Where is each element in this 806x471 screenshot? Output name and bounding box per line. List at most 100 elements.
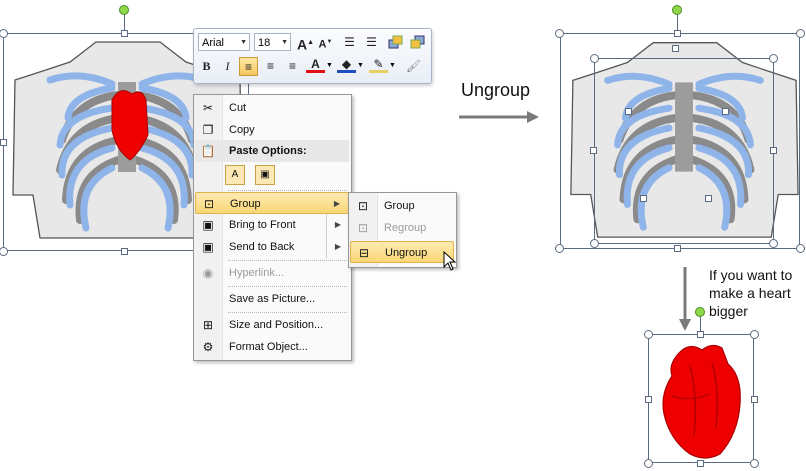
size-position-icon: ⊞ xyxy=(202,318,214,332)
resize-handle[interactable] xyxy=(697,460,704,467)
send-backward-icon[interactable] xyxy=(408,33,427,52)
resize-handle[interactable] xyxy=(674,30,681,37)
chevron-right-icon: ▶ xyxy=(333,199,340,208)
clipboard-icon: 📋 xyxy=(200,144,216,158)
globe-icon: ◉ xyxy=(202,266,214,280)
menu-item-send-to-back[interactable]: ▣ Send to Back ▶ xyxy=(195,236,349,258)
resize-handle[interactable] xyxy=(0,139,7,146)
menu-item-label: Group xyxy=(230,198,261,210)
ungroup-caption: Ungroup xyxy=(461,80,531,100)
group-icon: ⊡ xyxy=(357,199,369,213)
menu-item-size-and-position[interactable]: ⊞ Size and Position... xyxy=(195,314,349,336)
menu-item-label: Copy xyxy=(229,124,255,136)
rotation-handle-heart[interactable] xyxy=(695,307,705,317)
menu-item-copy[interactable]: ❐ Copy xyxy=(195,119,349,141)
resize-handle[interactable] xyxy=(644,459,653,468)
resize-handle[interactable] xyxy=(644,330,653,339)
bring-front-icon: ▣ xyxy=(202,218,214,232)
split-divider xyxy=(326,214,327,236)
outline-color-icon[interactable]: ✎ xyxy=(369,56,388,73)
resize-handle[interactable] xyxy=(705,195,712,202)
send-back-icon: ▣ xyxy=(202,240,214,254)
shrink-font-icon[interactable]: A▼ xyxy=(316,33,335,52)
paste-option-picture[interactable]: ▣ xyxy=(255,165,275,185)
resize-handle[interactable] xyxy=(640,195,647,202)
menu-item-label: Format Object... xyxy=(229,341,308,353)
resize-handle[interactable] xyxy=(590,147,597,154)
rotation-handle-right[interactable] xyxy=(672,5,682,15)
resize-handle[interactable] xyxy=(590,54,599,63)
resize-handle[interactable] xyxy=(769,239,778,248)
resize-handle[interactable] xyxy=(555,244,564,253)
menu-separator xyxy=(228,312,347,313)
note-line-2: make a heart xyxy=(709,285,791,301)
copy-icon: ❐ xyxy=(202,123,214,137)
font-size-box[interactable]: 18 ▼ xyxy=(254,33,291,51)
menu-header-paste-options: 📋 Paste Options: xyxy=(195,140,349,162)
resize-handle[interactable] xyxy=(722,108,729,115)
chevron-right-icon[interactable]: ▶ xyxy=(335,236,341,258)
font-color-button[interactable]: A xyxy=(306,56,325,73)
grow-font-icon[interactable]: A▲ xyxy=(296,33,315,53)
ungroup-icon: ⊟ xyxy=(358,246,370,260)
chevron-down-icon[interactable]: ▼ xyxy=(389,62,396,69)
font-name-box[interactable]: Arial ▼ xyxy=(198,33,250,51)
chevron-down-icon[interactable]: ▼ xyxy=(357,62,364,69)
submenu-item-ungroup[interactable]: ⊟ Ungroup xyxy=(350,241,454,263)
chevron-down-icon: ▼ xyxy=(281,39,288,46)
menu-item-format-object[interactable]: ⚙ Format Object... xyxy=(195,336,349,358)
menu-item-label: Ungroup xyxy=(385,247,428,259)
resize-handle[interactable] xyxy=(750,459,759,468)
resize-handle[interactable] xyxy=(121,248,128,255)
decrease-indent-icon[interactable]: ☰ xyxy=(340,33,359,52)
resize-handle[interactable] xyxy=(645,396,652,403)
bold-button[interactable]: B xyxy=(197,57,216,76)
menu-item-label: Hyperlink... xyxy=(229,267,285,279)
resize-handle[interactable] xyxy=(697,331,704,338)
increase-indent-icon[interactable]: ☰ xyxy=(362,33,381,52)
resize-handle[interactable] xyxy=(674,245,681,252)
resize-handle[interactable] xyxy=(625,108,632,115)
menu-separator xyxy=(228,260,347,261)
menu-item-hyperlink[interactable]: ◉ Hyperlink... xyxy=(195,262,349,284)
chevron-right-icon[interactable]: ▶ xyxy=(335,214,341,236)
center-button[interactable]: ≡ xyxy=(261,57,280,76)
font-size-value: 18 xyxy=(258,37,271,49)
bring-forward-icon[interactable] xyxy=(386,33,405,52)
note-line-3: bigger xyxy=(709,303,748,319)
chevron-down-icon[interactable]: ▼ xyxy=(326,62,333,69)
resize-handle[interactable] xyxy=(121,30,128,37)
resize-handle[interactable] xyxy=(672,45,679,52)
submenu-item-group[interactable]: ⊡ Group xyxy=(350,195,454,217)
context-menu: ✂ Cut ❐ Copy 📋 Paste Options: A ▣ ⊡ Grou… xyxy=(193,94,352,361)
group-submenu: ⊡ Group ⊡ Regroup ⊟ Ungroup xyxy=(348,192,457,268)
resize-handle[interactable] xyxy=(555,29,564,38)
split-divider xyxy=(326,236,327,258)
resize-handle[interactable] xyxy=(796,29,805,38)
menu-item-bring-to-front[interactable]: ▣ Bring to Front ▶ xyxy=(195,214,349,236)
resize-handle[interactable] xyxy=(770,147,777,154)
chevron-down-icon: ▼ xyxy=(240,39,247,46)
group-icon: ⊡ xyxy=(203,197,215,211)
menu-item-save-as-picture[interactable]: Save as Picture... xyxy=(195,288,349,310)
resize-handle[interactable] xyxy=(751,396,758,403)
rotation-handle-left[interactable] xyxy=(119,5,129,15)
selection-box-heart xyxy=(648,334,754,463)
resize-handle[interactable] xyxy=(796,244,805,253)
align-right-button[interactable]: ≡ xyxy=(283,57,302,76)
italic-button[interactable]: I xyxy=(218,57,237,76)
resize-handle[interactable] xyxy=(769,54,778,63)
submenu-item-regroup[interactable]: ⊡ Regroup xyxy=(350,217,454,239)
format-object-icon: ⚙ xyxy=(202,340,214,354)
paste-option-keep-text[interactable]: A xyxy=(225,165,245,185)
fill-color-icon[interactable]: ◆ xyxy=(337,56,356,73)
format-painter-icon[interactable]: 🖌 xyxy=(404,57,423,76)
menu-item-group[interactable]: ⊡ Group ▶ xyxy=(195,192,349,214)
align-left-button[interactable]: ≡ xyxy=(239,57,258,76)
resize-handle[interactable] xyxy=(590,239,599,248)
menu-item-label: Size and Position... xyxy=(229,319,324,331)
mouse-cursor-icon xyxy=(443,251,457,271)
resize-handle[interactable] xyxy=(750,330,759,339)
menu-item-label: Paste Options: xyxy=(229,145,307,157)
menu-item-cut[interactable]: ✂ Cut xyxy=(195,97,349,119)
